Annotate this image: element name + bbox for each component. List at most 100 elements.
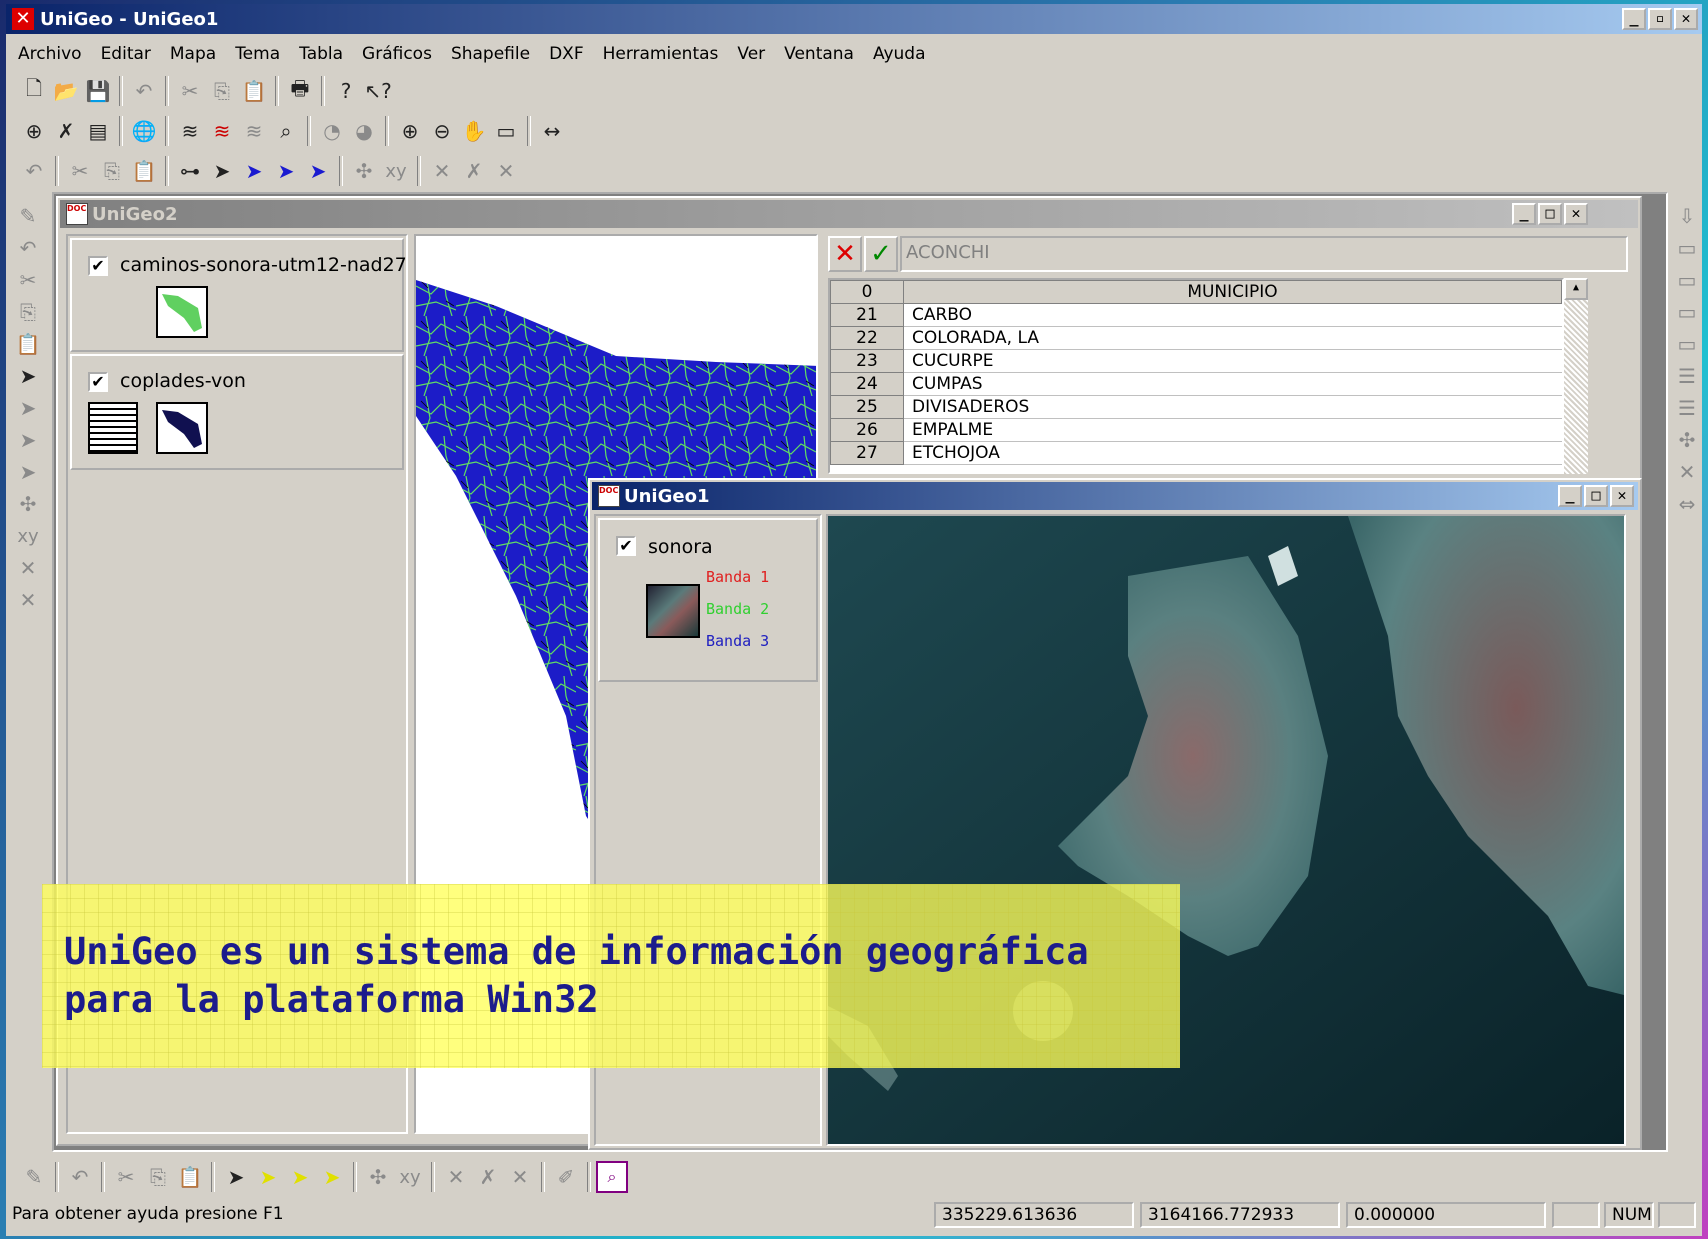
window4-icon[interactable]: ▭ — [1671, 328, 1703, 360]
delete-all-icon[interactable]: ✕ — [490, 155, 522, 187]
menu-ver[interactable]: Ver — [737, 44, 765, 64]
pencil-bottom-icon[interactable]: ✎ — [18, 1161, 50, 1193]
menu-graficos[interactable]: Gráficos — [362, 44, 432, 64]
node-tool-icon[interactable]: ⊶ — [174, 155, 206, 187]
x-side-icon[interactable]: ✕ — [12, 552, 44, 584]
remove-layer-icon[interactable]: ✗ — [50, 115, 82, 147]
properties-icon[interactable]: ▤ — [82, 115, 114, 147]
layer-checkbox-sonora[interactable]: ✔ — [616, 536, 636, 556]
paste-icon[interactable]: 📋 — [238, 75, 270, 107]
layer-item-caminos[interactable]: ✔ caminos-sonora-utm12-nad27 — [70, 238, 407, 352]
xy-icon[interactable]: xy — [380, 155, 412, 187]
arrow4-side-icon[interactable]: ➤ — [12, 456, 44, 488]
undo-bottom-icon[interactable]: ↶ — [64, 1161, 96, 1193]
delete-vertex-icon[interactable]: ✕ — [426, 155, 458, 187]
menu-ventana[interactable]: Ventana — [784, 44, 854, 64]
open-folder-icon[interactable]: 📂 — [50, 75, 82, 107]
add-layer-icon[interactable]: ⊕ — [18, 115, 50, 147]
undo-side-icon[interactable]: ↶ — [12, 232, 44, 264]
help-icon[interactable]: ? — [330, 75, 362, 107]
paste-bottom-icon[interactable]: 📋 — [174, 1161, 206, 1193]
brush-icon[interactable]: ✐ — [550, 1161, 582, 1193]
menu-archivo[interactable]: Archivo — [18, 44, 82, 64]
arrow2-side-icon[interactable]: ➤ — [12, 392, 44, 424]
pan-hand-icon[interactable]: ✋ — [458, 115, 490, 147]
scroll-up-icon[interactable]: ▲ — [1564, 278, 1588, 300]
distance-icon[interactable]: ↔ — [536, 115, 568, 147]
table-icon[interactable] — [88, 402, 138, 454]
table-row[interactable]: 22 COLORADA, LA — [830, 326, 1562, 350]
table-row[interactable]: 27 ETCHOJOA — [830, 441, 1562, 465]
paste-edit-icon[interactable]: 📋 — [128, 155, 160, 187]
cut-edit-icon[interactable]: ✂ — [64, 155, 96, 187]
unigeo2-minimize[interactable]: _ — [1512, 203, 1536, 225]
unigeo1-close[interactable]: ✕ — [1610, 485, 1634, 507]
undo-icon[interactable]: ↶ — [128, 75, 160, 107]
save-icon[interactable]: 💾 — [82, 75, 114, 107]
layer-checkbox-coplades[interactable]: ✔ — [88, 372, 108, 392]
layers-up-icon[interactable]: ≋ — [174, 115, 206, 147]
window-icon[interactable]: ▭ — [1671, 232, 1703, 264]
menu-tema[interactable]: Tema — [235, 44, 280, 64]
cross-icon[interactable]: ✕ — [1671, 456, 1703, 488]
key-search-icon[interactable]: ⌕ — [596, 1161, 628, 1193]
print-icon[interactable]: 🖶 — [284, 75, 316, 107]
zoom-extent-icon[interactable]: ◔ — [316, 115, 348, 147]
measure-icon[interactable]: ▭ — [490, 115, 522, 147]
point-side-icon[interactable]: ✣ — [12, 488, 44, 520]
cancel-edit-button[interactable]: ✕ — [828, 236, 862, 272]
context-help-icon[interactable]: ↖? — [362, 75, 394, 107]
table-row[interactable]: 26 EMPALME — [830, 418, 1562, 442]
plus-icon[interactable]: ✣ — [1671, 424, 1703, 456]
window3-icon[interactable]: ▭ — [1671, 296, 1703, 328]
x-bottom-icon[interactable]: ✕ — [440, 1161, 472, 1193]
x2-side-icon[interactable]: ✕ — [12, 584, 44, 616]
edit-value-field[interactable]: ACONCHI — [900, 236, 1628, 272]
arrow-side-icon[interactable]: ➤ — [12, 360, 44, 392]
menu-dxf[interactable]: DXF — [549, 44, 584, 64]
close-button[interactable]: ✕ — [1674, 8, 1698, 30]
resize-icon[interactable]: ⇔ — [1671, 488, 1703, 520]
point-bottom-icon[interactable]: ✣ — [362, 1161, 394, 1193]
layers-icon[interactable]: ≋ — [238, 115, 270, 147]
copy-bottom-icon[interactable]: ⎘ — [142, 1161, 174, 1193]
select-remove-icon[interactable]: ➤ — [302, 155, 334, 187]
xy-bottom-icon[interactable]: xy — [394, 1161, 426, 1193]
globe-icon[interactable]: 🌐 — [128, 115, 160, 147]
unigeo1-minimize[interactable]: _ — [1558, 485, 1582, 507]
copy-icon[interactable]: ⎘ — [206, 75, 238, 107]
table-row[interactable]: 21 CARBO — [830, 303, 1562, 327]
x3-bottom-icon[interactable]: ✕ — [504, 1161, 536, 1193]
menu-tabla[interactable]: Tabla — [299, 44, 343, 64]
header-index[interactable]: 0 — [830, 280, 904, 304]
zoom-in-icon[interactable]: ⊕ — [394, 115, 426, 147]
layer-checkbox-caminos[interactable]: ✔ — [88, 256, 108, 276]
query-icon[interactable]: ⌕ — [270, 115, 302, 147]
layer-item-sonora[interactable]: ✔ sonora Banda 1 Banda 2 Banda 3 — [598, 518, 818, 682]
select-blue-icon[interactable]: ➤ — [238, 155, 270, 187]
table-row[interactable]: 23 CUCURPE — [830, 349, 1562, 373]
new-file-icon[interactable]: 🗋 — [18, 75, 50, 107]
table-row[interactable]: 24 CUMPAS — [830, 372, 1562, 396]
select-add-icon[interactable]: ➤ — [270, 155, 302, 187]
unigeo2-maximize[interactable]: □ — [1538, 203, 1562, 225]
zoom-layer-icon[interactable]: ◕ — [348, 115, 380, 147]
delete-feature-icon[interactable]: ✗ — [458, 155, 490, 187]
menu-editar[interactable]: Editar — [101, 44, 151, 64]
cut-side-icon[interactable]: ✂ — [12, 264, 44, 296]
menu-ayuda[interactable]: Ayuda — [873, 44, 926, 64]
layer-item-coplades[interactable]: ✔ coplades-von — [70, 354, 404, 470]
menu-shapefile[interactable]: Shapefile — [451, 44, 530, 64]
add-point-icon[interactable]: ✣ — [348, 155, 380, 187]
header-municipio[interactable]: MUNICIPIO — [903, 280, 1562, 304]
download-icon[interactable]: ⇩ — [1671, 200, 1703, 232]
restore-button[interactable]: ▫ — [1648, 8, 1672, 30]
copy-side-icon[interactable]: ⎘ — [12, 296, 44, 328]
window2-icon[interactable]: ▭ — [1671, 264, 1703, 296]
list-icon[interactable]: ☰ — [1671, 360, 1703, 392]
cut-icon[interactable]: ✂ — [174, 75, 206, 107]
layers-down-icon[interactable]: ≋ — [206, 115, 238, 147]
pencil-icon[interactable]: ✎ — [12, 200, 44, 232]
cut-bottom-icon[interactable]: ✂ — [110, 1161, 142, 1193]
accept-edit-button[interactable]: ✓ — [864, 236, 898, 272]
